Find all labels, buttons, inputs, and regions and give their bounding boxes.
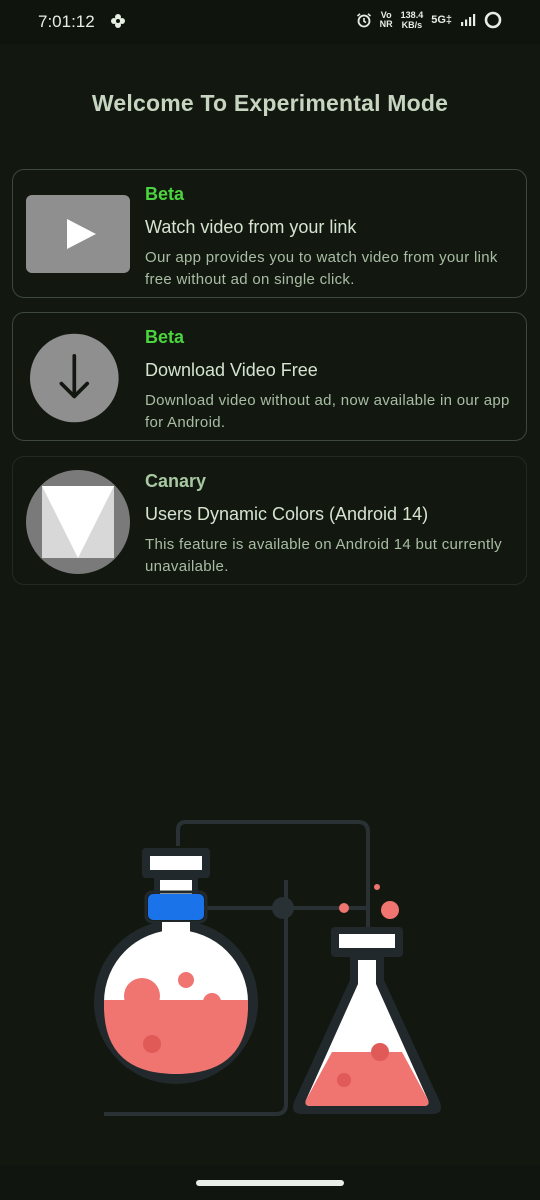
network-type: 5G‡ (431, 14, 452, 26)
feature-description: This feature is available on Android 14 … (145, 536, 502, 575)
signal-icon (461, 14, 476, 26)
network-speed: 138.4 KB/s (401, 10, 424, 30)
status-time: 7:01:12 (38, 12, 95, 31)
pinwheel-icon (111, 14, 125, 28)
feature-tag: Canary (145, 471, 207, 491)
feature-tag: Beta (145, 184, 185, 204)
alarm-icon (356, 13, 371, 28)
gesture-nav-handle[interactable] (196, 1180, 344, 1186)
feature-description: Our app provides you to watch video from… (145, 249, 498, 288)
android14-logo-icon (26, 470, 130, 574)
feature-card-dynamic-colors[interactable]: Canary Users Dynamic Colors (Android 14)… (12, 456, 527, 585)
download-arrow-icon (30, 333, 119, 423)
feature-title: Download Video Free (145, 360, 318, 380)
speed-value: 138.4 (400, 10, 424, 20)
feature-tag: Beta (145, 327, 185, 347)
status-icons: Vo NR 138.4 KB/s 5G‡ (356, 10, 502, 30)
feature-card-download-video[interactable]: Beta Download Video Free Download video … (12, 312, 527, 441)
volte-bottom: NR (379, 19, 393, 29)
speed-unit: KB/s (401, 20, 423, 30)
feature-title: Watch video from your link (145, 217, 357, 237)
page-title: Welcome To Experimental Mode (91, 90, 449, 116)
status-bar: 7:01:12 Vo NR 138.4 KB/s 5G‡ (0, 0, 540, 44)
feature-card-watch-video[interactable]: Beta Watch video from your link Our app … (12, 169, 527, 298)
play-icon (26, 195, 130, 273)
feature-description: Download video without ad, now available… (145, 392, 510, 431)
volte-indicator: Vo NR (380, 11, 393, 29)
lab-flasks-illustration (94, 820, 441, 1116)
battery-ring-icon (484, 11, 502, 29)
feature-title: Users Dynamic Colors (Android 14) (145, 504, 429, 524)
